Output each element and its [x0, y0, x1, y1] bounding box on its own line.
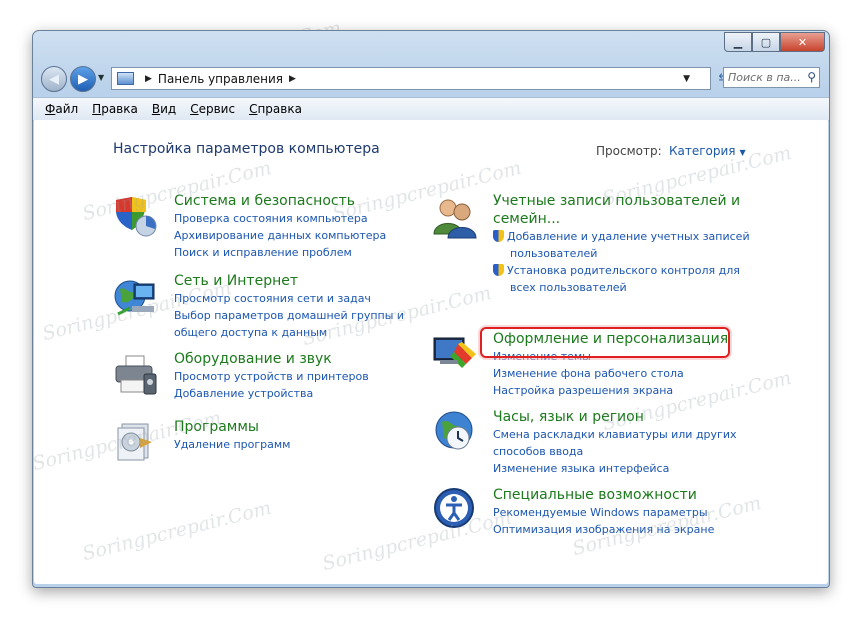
- category-system-security: Система и безопасность Проверка состояни…: [174, 192, 386, 261]
- search-icon[interactable]: ⚲: [807, 70, 816, 84]
- search-input[interactable]: Поиск в па... ⚲: [723, 67, 820, 88]
- link-recommended-settings[interactable]: Рекомендуемые Windows параметры: [493, 504, 714, 521]
- menu-help[interactable]: Справка: [249, 102, 302, 116]
- menu-tools[interactable]: Сервис: [190, 102, 235, 116]
- category-title[interactable]: Учетные записи пользователей и: [493, 192, 750, 210]
- link-keyboard-layout-cont[interactable]: способов ввода: [493, 443, 737, 460]
- link-add-remove-accounts-cont[interactable]: пользователей: [493, 245, 750, 262]
- category-title[interactable]: Оборудование и звук: [174, 350, 369, 368]
- view-label: Просмотр:: [596, 144, 662, 158]
- category-ease-of-access: Специальные возможности Рекомендуемые Wi…: [493, 486, 714, 538]
- breadcrumb-control-panel[interactable]: Панель управления: [158, 72, 283, 86]
- link-add-remove-accounts[interactable]: Добавление и удаление учетных записей: [493, 228, 750, 245]
- breadcrumb-arrow-icon[interactable]: ▶: [289, 74, 296, 84]
- network-globe-icon[interactable]: [112, 274, 158, 320]
- page-title: Настройка параметров компьютера: [113, 141, 380, 157]
- caption-buttons: ▁ ▢ ✕: [724, 32, 825, 52]
- maximize-button[interactable]: ▢: [752, 32, 780, 52]
- link-optimize-display[interactable]: Оптимизация изображения на экране: [493, 521, 714, 538]
- close-button[interactable]: ✕: [780, 32, 825, 52]
- link-keyboard-layout[interactable]: Смена раскладки клавиатуры или других: [493, 426, 737, 443]
- link-change-background[interactable]: Изменение фона рабочего стола: [493, 365, 728, 382]
- back-button[interactable]: ◀: [41, 66, 67, 92]
- clock-globe-icon[interactable]: [432, 408, 478, 454]
- control-panel-window: ▁ ▢ ✕ ◀ ▶ ▼ ▶ Панель управления ▶ ▼ ⇆ По…: [32, 30, 830, 588]
- link-check-status[interactable]: Проверка состояния компьютера: [174, 210, 386, 227]
- highlight-annotation: [480, 327, 730, 358]
- printer-icon[interactable]: [112, 352, 158, 398]
- menu-edit[interactable]: Правка: [92, 102, 138, 116]
- minimize-icon: ▁: [733, 35, 743, 49]
- view-value: Категория: [669, 144, 736, 158]
- navigation-bar: ◀ ▶ ▼ ▶ Панель управления ▶ ▼ ⇆ Поиск в …: [33, 63, 829, 93]
- forward-arrow-icon: ▶: [78, 71, 88, 87]
- category-title[interactable]: Часы, язык и регион: [493, 408, 737, 426]
- menu-file[interactable]: Файл: [45, 102, 78, 116]
- category-title[interactable]: Программы: [174, 418, 290, 436]
- link-homegroup[interactable]: Выбор параметров домашней группы и: [174, 307, 404, 324]
- link-display-language[interactable]: Изменение языка интерфейса: [493, 460, 737, 477]
- category-user-accounts: Учетные записи пользователей и семейн...…: [493, 192, 750, 296]
- dropdown-arrow-icon: ▼: [739, 148, 746, 157]
- recent-pages-dropdown-icon[interactable]: ▼: [98, 73, 104, 82]
- minimize-button[interactable]: ▁: [724, 32, 752, 52]
- search-placeholder: Поиск в па...: [728, 71, 801, 84]
- link-add-device[interactable]: Добавление устройства: [174, 385, 369, 402]
- address-bar[interactable]: ▶ Панель управления ▶ ▼: [111, 67, 711, 90]
- view-by-dropdown[interactable]: Категория ▼: [669, 144, 746, 158]
- link-parental-controls-cont[interactable]: всех пользователей: [493, 279, 750, 296]
- link-devices-printers[interactable]: Просмотр устройств и принтеров: [174, 368, 369, 385]
- control-panel-folder-icon: [117, 72, 134, 85]
- users-icon[interactable]: [432, 194, 478, 240]
- category-title-cont[interactable]: семейн...: [493, 210, 750, 228]
- link-troubleshoot[interactable]: Поиск и исправление проблем: [174, 244, 386, 261]
- accessibility-icon[interactable]: [432, 486, 478, 532]
- security-shield-icon[interactable]: [112, 194, 158, 240]
- content-area: Настройка параметров компьютера Просмотр…: [34, 120, 828, 584]
- category-network-internet: Сеть и Интернет Просмотр состояния сети …: [174, 272, 404, 341]
- link-backup[interactable]: Архивирование данных компьютера: [174, 227, 386, 244]
- breadcrumb-arrow-icon[interactable]: ▶: [145, 74, 152, 84]
- link-uninstall[interactable]: Удаление программ: [174, 436, 290, 453]
- menu-bar: Файл Правка Вид Сервис Справка: [33, 97, 829, 121]
- category-title[interactable]: Система и безопасность: [174, 192, 386, 210]
- forward-button[interactable]: ▶: [70, 66, 96, 92]
- category-title[interactable]: Специальные возможности: [493, 486, 714, 504]
- back-arrow-icon: ◀: [49, 71, 59, 87]
- maximize-icon: ▢: [760, 35, 772, 49]
- category-hardware-sound: Оборудование и звук Просмотр устройств и…: [174, 350, 369, 402]
- link-homegroup-cont[interactable]: общего доступа к данным: [174, 324, 404, 341]
- menu-view[interactable]: Вид: [152, 102, 176, 116]
- appearance-icon[interactable]: [432, 330, 478, 376]
- link-network-status[interactable]: Просмотр состояния сети и задач: [174, 290, 404, 307]
- uac-shield-icon: [493, 230, 504, 242]
- programs-box-icon[interactable]: [112, 418, 158, 464]
- category-programs: Программы Удаление программ: [174, 418, 290, 453]
- link-parental-controls[interactable]: Установка родительского контроля для: [493, 262, 750, 279]
- address-dropdown-icon[interactable]: ▼: [683, 74, 690, 84]
- uac-shield-icon: [493, 264, 504, 276]
- link-screen-resolution[interactable]: Настройка разрешения экрана: [493, 382, 728, 399]
- close-icon: ✕: [797, 35, 808, 49]
- category-title[interactable]: Сеть и Интернет: [174, 272, 404, 290]
- category-clock-language: Часы, язык и регион Смена раскладки клав…: [493, 408, 737, 477]
